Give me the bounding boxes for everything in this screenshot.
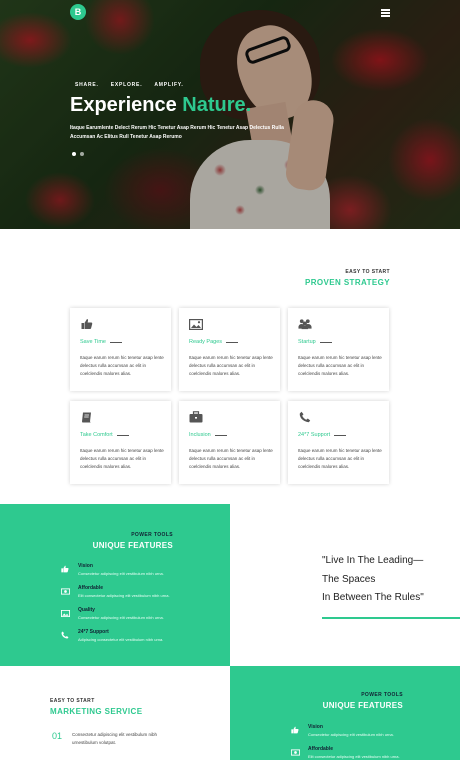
card-title: Startup <box>298 339 332 345</box>
marketing-title: MARKETING SERVICE <box>50 707 143 716</box>
card-desc: Itaque earum rerum hic tenetur asap lent… <box>298 355 382 376</box>
feature-desc: Adipiscing consectetur elit vestibulum n… <box>78 637 164 642</box>
features2-eyebrow: POWER TOOLS <box>361 692 403 698</box>
card-desc: Itaque earum rerum hic tenetur asap lent… <box>80 355 164 376</box>
quote-line-2: The Spaces <box>322 573 376 585</box>
features-heading: POWER TOOLS UNIQUE FEATURES <box>93 532 173 550</box>
feature-desc: Elit consectetur adipiscing elit vestibu… <box>78 593 170 598</box>
feature-desc: Consectetur adipiscing elit vestibulum n… <box>78 615 164 620</box>
strategy-title: PROVEN STRATEGY <box>305 278 390 287</box>
feature2-affordable: Affordable Elit consectetur adipiscing el… <box>290 746 400 759</box>
feature-title: Affordable <box>78 585 103 591</box>
features2-heading: POWER TOOLS UNIQUE FEATURES <box>323 692 403 710</box>
quote-line-1: "Live In The Leading— <box>322 555 424 566</box>
thumbs-up-icon <box>80 318 94 330</box>
strategy-heading: EASY TO START PROVEN STRATEGY <box>305 269 390 287</box>
quote: "Live In The Leading— The Spaces In Betw… <box>322 552 424 608</box>
hero-title: Experience Nature. <box>70 94 251 117</box>
hamburger-menu-icon[interactable] <box>381 9 390 17</box>
phone-icon <box>298 411 312 423</box>
strategy-card-take-comfort[interactable]: Take Comfort Itaque earum rerum hic tene… <box>70 401 171 484</box>
feature-affordable: Affordable Elit consectetur adipiscing el… <box>60 585 170 598</box>
strategy-card-startup[interactable]: Startup Itaque earum rerum hic tenetur a… <box>288 308 389 391</box>
book-icon <box>80 411 94 423</box>
strategy-card-ready-pages[interactable]: Ready Pages Itaque earum rerum hic tenet… <box>179 308 280 391</box>
phone-icon <box>60 630 70 640</box>
marketing-item-number: 01 <box>52 731 63 741</box>
thumbs-up-icon <box>60 564 70 574</box>
features-eyebrow: POWER TOOLS <box>131 532 173 538</box>
feature-title: Affordable <box>308 746 333 752</box>
card-title: 24*7 Support <box>298 432 347 438</box>
card-title: Ready Pages <box>189 339 239 345</box>
features-title: UNIQUE FEATURES <box>92 541 173 550</box>
hero-title-main: Experience <box>70 94 177 116</box>
feature-desc: Elit consectetur adipiscing elit vestibu… <box>308 754 400 759</box>
feature-desc: Consectetur adipiscing elit vestibulum n… <box>308 732 394 737</box>
briefcase-icon <box>189 411 203 423</box>
kicker-share: SHARE. <box>75 82 99 88</box>
card-desc: Itaque earum rerum hic tenetur asap lent… <box>189 355 273 376</box>
thumbs-up-icon <box>290 725 300 735</box>
feature-quality: Quality Consectetur adipiscing elit vesti… <box>60 607 164 620</box>
card-desc: Itaque earum rerum hic tenetur asap lent… <box>189 448 273 469</box>
marketing-item-01: 01 Consectetur adipiscing elit vestibulu… <box>52 731 157 747</box>
quote-line-3: In Between The Rules" <box>322 592 424 603</box>
feature-title: 24*7 Support <box>78 629 109 635</box>
feature-vision: Vision Consectetur adipiscing elit vestib… <box>60 563 164 576</box>
hero-text: Itaque Earumlente Delect Rerum Hic Tenet… <box>70 125 284 140</box>
feature2-vision: Vision Consectetur adipiscing elit vestib… <box>290 724 394 737</box>
feature-title: Vision <box>308 724 323 730</box>
hero-section: B SHARE. EXPLORE. AMPLIFY. Experience Na… <box>0 0 460 229</box>
card-desc: Itaque earum rerum hic tenetur asap lent… <box>80 448 164 469</box>
strategy-card-save-time[interactable]: Save Time Itaque earum rerum hic tenetur… <box>70 308 171 391</box>
strategy-card-support[interactable]: 24*7 Support Itaque earum rerum hic tene… <box>288 401 389 484</box>
features2-title: UNIQUE FEATURES <box>322 701 403 710</box>
marketing-item-text: Consectetur adipiscing elit vestibulum n… <box>72 732 158 745</box>
logo[interactable]: B <box>70 4 86 20</box>
quote-divider <box>322 617 460 619</box>
money-icon <box>290 747 300 757</box>
kicker-amplify: AMPLIFY. <box>154 82 184 88</box>
hero-title-accent: Nature. <box>182 94 252 116</box>
feature-title: Vision <box>78 563 93 569</box>
marketing-eyebrow: EASY TO START <box>50 698 95 704</box>
card-title: Take Comfort <box>80 432 129 438</box>
users-icon <box>298 318 312 330</box>
strategy-eyebrow: EASY TO START <box>345 269 390 275</box>
slider-dot-1[interactable] <box>72 152 76 156</box>
image-icon <box>60 608 70 618</box>
marketing-heading: EASY TO START MARKETING SERVICE <box>50 698 142 716</box>
feature-title: Quality <box>78 607 95 613</box>
card-title: Save Time <box>80 339 122 345</box>
hero-kicker: SHARE. EXPLORE. AMPLIFY. <box>75 82 184 88</box>
kicker-explore: EXPLORE. <box>110 82 143 88</box>
slider-dots[interactable] <box>72 152 84 156</box>
slider-dot-2[interactable] <box>80 152 84 156</box>
image-icon <box>189 318 203 330</box>
feature-support: 24*7 Support Adipiscing consectetur elit … <box>60 629 163 642</box>
logo-letter: B <box>74 7 82 17</box>
card-desc: Itaque earum rerum hic tenetur asap lent… <box>298 448 382 469</box>
strategy-card-inclusion[interactable]: Inclusion Itaque earum rerum hic tenetur… <box>179 401 280 484</box>
feature-desc: Consectetur adipiscing elit vestibulum n… <box>78 571 164 576</box>
money-icon <box>60 586 70 596</box>
card-title: Inclusion <box>189 432 227 438</box>
